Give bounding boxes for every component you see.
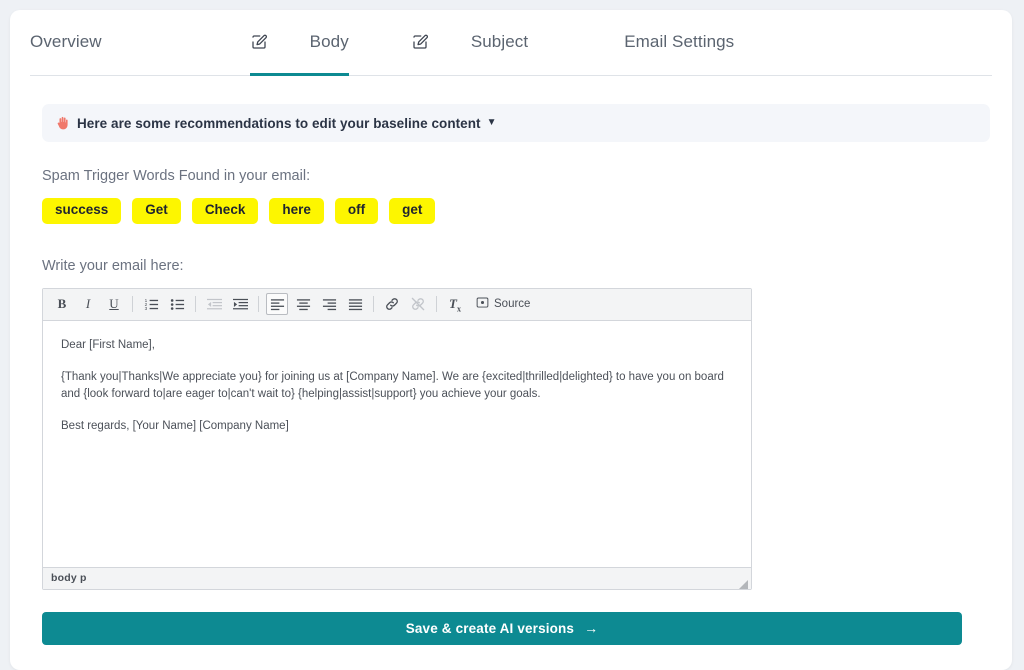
tab-subject[interactable]: Subject	[411, 20, 528, 76]
recommendations-banner-text: Here are some recommendations to edit yo…	[77, 115, 481, 131]
tab-email-settings-label: Email Settings	[624, 32, 735, 51]
recommendations-banner[interactable]: Here are some recommendations to edit yo…	[42, 104, 990, 142]
raised-hand-emoji	[56, 115, 70, 131]
source-icon	[476, 296, 489, 312]
italic-button[interactable]: I	[77, 293, 99, 315]
bulleted-list-button[interactable]	[166, 293, 188, 315]
unlink-icon	[407, 293, 429, 315]
rich-text-editor: B I U 1 2 3 Tx Source Dear [First Name],…	[42, 287, 752, 590]
spam-word-chip: Check	[191, 198, 259, 224]
spam-word-chip: get	[389, 198, 436, 224]
email-paragraph: {Thank you|Thanks|We appreciate you} for…	[61, 370, 724, 401]
email-signoff: Best regards, [Your Name] [Company Name]	[61, 420, 289, 433]
editor-status-bar: body p	[43, 566, 751, 589]
chevron-down-icon: ▼	[486, 117, 497, 128]
bold-button[interactable]: B	[51, 293, 73, 315]
source-button[interactable]: Source	[470, 293, 536, 315]
tab-overview-label: Overview	[30, 32, 102, 51]
email-editor-card: Overview Body Subject Email Settings Her…	[10, 10, 1012, 670]
numbered-list-button[interactable]: 1 2 3	[140, 293, 162, 315]
editor-content-area[interactable]: Dear [First Name], {Thank you|Thanks|We …	[43, 321, 751, 567]
edit-icon	[250, 33, 268, 51]
tab-email-settings[interactable]: Email Settings	[624, 20, 734, 76]
arrow-right-icon: →	[584, 620, 599, 637]
tab-body[interactable]: Body	[249, 20, 349, 76]
svg-text:3: 3	[144, 306, 147, 311]
remove-format-button[interactable]: Tx	[444, 293, 466, 315]
resize-handle[interactable]	[738, 576, 748, 589]
spam-word-chip: here	[269, 198, 324, 224]
tab-bar: Overview Body Subject Email Settings	[30, 20, 992, 76]
toolbar-divider	[436, 296, 437, 313]
align-justify-button[interactable]	[344, 293, 366, 315]
align-left-button[interactable]	[266, 293, 288, 316]
toolbar-divider	[258, 296, 259, 313]
underline-button[interactable]: U	[103, 293, 125, 315]
element-path: body p	[51, 572, 87, 585]
align-right-button[interactable]	[318, 293, 340, 315]
tab-overview[interactable]: Overview	[30, 20, 102, 76]
spam-word-chip: off	[334, 198, 379, 224]
spam-words-label: Spam Trigger Words Found in your email:	[42, 168, 311, 184]
link-icon[interactable]	[381, 293, 403, 315]
source-button-label: Source	[494, 298, 531, 311]
edit-icon	[411, 33, 429, 51]
align-center-button[interactable]	[292, 293, 314, 315]
spam-words-list: success Get Check here off get	[42, 198, 1012, 224]
save-button-label: Save & create AI versions	[405, 620, 575, 636]
increase-indent-button[interactable]	[229, 293, 251, 315]
toolbar-divider	[373, 296, 374, 313]
spam-word-chip: success	[42, 198, 122, 224]
editor-toolbar: B I U 1 2 3 Tx Source	[43, 288, 751, 321]
tab-body-label: Body	[309, 32, 349, 51]
spam-word-chip: Get	[132, 198, 181, 224]
save-and-create-ai-versions-button[interactable]: Save & create AI versions →	[42, 611, 962, 645]
editor-label: Write your email here:	[42, 257, 184, 274]
toolbar-divider	[132, 296, 133, 313]
tab-subject-label: Subject	[470, 32, 529, 51]
decrease-indent-button	[203, 293, 225, 315]
email-greeting: Dear [First Name],	[61, 338, 155, 351]
toolbar-divider	[195, 296, 196, 313]
